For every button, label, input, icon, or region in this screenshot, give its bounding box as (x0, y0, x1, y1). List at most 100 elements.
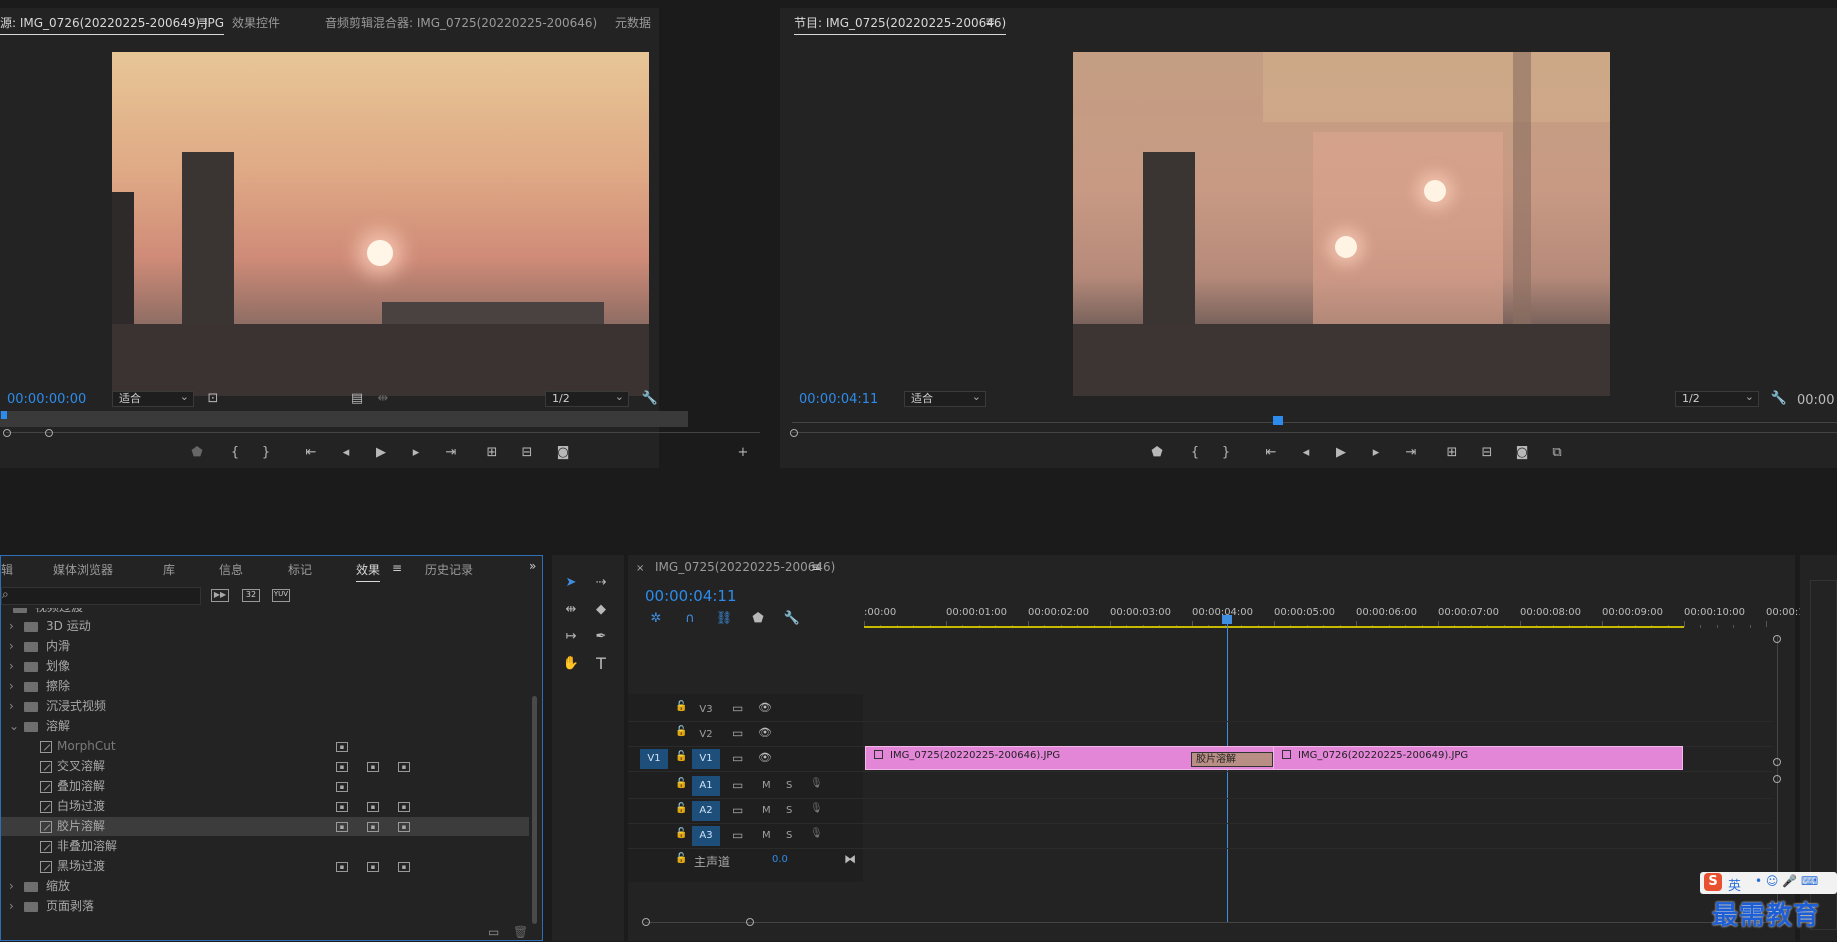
ime-toolbar[interactable]: S 英 • ☺ 🎤 ⌨ (1700, 872, 1837, 894)
add-marker-timeline-icon[interactable]: ⬟ (749, 611, 767, 627)
sequence-tab-menu-icon[interactable]: ≡ (811, 560, 821, 574)
effects-scrollbar[interactable] (532, 696, 537, 924)
sync-lock-icon[interactable]: ▭ (732, 778, 743, 792)
tree-item[interactable]: › 页面剥落 (1, 897, 529, 916)
program-zoom-handle[interactable] (790, 429, 798, 437)
add-marker-icon[interactable]: ⬟ (188, 445, 206, 461)
program-fit-dropdown[interactable]: 适合 (904, 390, 986, 407)
program-wrench-icon[interactable]: 🔧 (1770, 391, 1788, 407)
new-bin-icon[interactable]: ▭ (488, 925, 499, 939)
chevron-right-icon[interactable]: › (9, 697, 14, 716)
program-timecode[interactable]: 00:00:04:11 (799, 392, 878, 407)
transition-film-dissolve[interactable]: 胶片溶解 (1191, 752, 1273, 767)
program-step-forward-icon[interactable]: ▸ (1367, 445, 1385, 461)
source-wrench-icon[interactable]: 🔧 (641, 391, 659, 407)
sync-lock-icon[interactable]: ▭ (732, 701, 743, 715)
export-frame-icon[interactable]: ◙ (554, 445, 572, 461)
eye-icon[interactable]: 👁 (758, 701, 772, 714)
solo-button[interactable]: S (786, 780, 792, 791)
razor-tool-icon[interactable]: ◆ (592, 602, 610, 618)
timeline-h-scroll-left[interactable] (642, 918, 650, 926)
32bit-effects-icon[interactable]: 32 (242, 589, 260, 602)
tree-item[interactable]: 黑场过渡 ▪ ▪ ▪ (1, 857, 529, 876)
tab-libraries[interactable]: 库 (163, 561, 175, 578)
effects-tab-menu-icon[interactable]: ≡ (392, 561, 402, 575)
close-sequence-icon[interactable]: × (636, 563, 644, 574)
program-playhead[interactable] (1273, 416, 1283, 425)
play-icon[interactable]: ▶ (372, 445, 390, 461)
timeline-playhead-head[interactable] (1222, 615, 1232, 624)
track-label-v2[interactable]: V2 (692, 729, 720, 740)
mark-in-icon[interactable]: { (226, 445, 244, 461)
tree-item[interactable]: ⌄ 溶解 (1, 717, 529, 736)
program-go-to-out-icon[interactable]: ⇥ (1402, 445, 1420, 461)
ime-lang-label[interactable]: 英 (1728, 875, 1741, 894)
add-button-icon[interactable]: + (734, 445, 752, 461)
source-patch-v1[interactable]: V1 (640, 749, 668, 769)
track-label-a2[interactable]: A2 (692, 801, 720, 821)
lift-icon[interactable]: ⊞ (1443, 445, 1461, 461)
chevron-right-icon[interactable]: › (9, 657, 14, 676)
program-scrubber[interactable] (792, 422, 1837, 423)
clip-img-0726[interactable]: IMG_0726(20220225-200649).JPG (1273, 746, 1683, 770)
chevron-right-icon[interactable]: › (9, 677, 14, 696)
program-title[interactable]: 节目: IMG_0725(20220225-200646) (794, 14, 1007, 35)
chevron-right-icon[interactable]: › (9, 637, 14, 656)
solo-button[interactable]: S (786, 830, 792, 841)
lock-icon[interactable]: 🔓 (675, 828, 687, 839)
master-volume-value[interactable]: 0.0 (772, 854, 788, 865)
sync-lock-icon[interactable]: ▭ (732, 828, 743, 842)
accelerated-effects-icon[interactable]: ▶▶ (211, 589, 229, 602)
source-zoom-handle-right[interactable] (45, 429, 53, 437)
step-forward-icon[interactable]: ▸ (407, 445, 425, 461)
source-audio-only-icon[interactable]: ⇹ (374, 391, 392, 407)
program-mark-in-icon[interactable]: { (1186, 445, 1204, 461)
source-resolution-dropdown[interactable]: 1/2 (545, 390, 629, 407)
source-zoom-handle-left[interactable] (3, 429, 11, 437)
comparison-view-icon[interactable]: ⧉ (1548, 445, 1566, 461)
tree-item[interactable]: MorphCut ▪ (1, 737, 529, 756)
program-mark-out-icon[interactable]: } (1217, 445, 1235, 461)
lock-icon[interactable]: 🔓 (675, 853, 687, 864)
tree-item[interactable]: 叠加溶解 ▪ (1, 777, 529, 796)
tab-edit[interactable]: 辑 (1, 561, 13, 578)
tab-markers[interactable]: 标记 (288, 561, 312, 578)
chevron-right-icon[interactable]: › (9, 877, 14, 896)
tab-history[interactable]: 历史记录 (425, 561, 473, 578)
lock-icon[interactable]: 🔓 (675, 778, 687, 789)
track-select-tool-icon[interactable]: ⇢ (592, 575, 610, 591)
track-label-a1[interactable]: A1 (692, 776, 720, 796)
tree-item[interactable]: › 划像 (1, 657, 529, 676)
go-to-in-icon[interactable]: ⇤ (302, 445, 320, 461)
tab-info[interactable]: 信息 (219, 561, 243, 578)
eye-icon[interactable]: 👁 (758, 726, 772, 739)
yuv-effects-icon[interactable]: YUV (272, 589, 290, 602)
lock-icon[interactable]: 🔓 (675, 701, 687, 712)
overwrite-icon[interactable]: ⊟ (518, 445, 536, 461)
lock-icon[interactable]: 🔓 (675, 726, 687, 737)
type-tool-icon[interactable]: T (592, 656, 610, 672)
sync-lock-icon[interactable]: ▭ (732, 803, 743, 817)
tab-metadata[interactable]: 元数据 (615, 14, 651, 31)
track-label-v1[interactable]: V1 (692, 749, 720, 769)
program-step-back-icon[interactable]: ◂ (1297, 445, 1315, 461)
hand-tool-icon[interactable]: ✋ (562, 656, 580, 672)
tree-item[interactable]: 非叠加溶解 (1, 837, 529, 856)
tree-item[interactable]: › 缩放 (1, 877, 529, 896)
source-timecode[interactable]: 00:00:00:00 (7, 392, 86, 407)
step-back-icon[interactable]: ◂ (337, 445, 355, 461)
mic-icon[interactable]: 🎙 (810, 778, 823, 789)
program-export-frame-icon[interactable]: ◙ (1513, 445, 1531, 461)
tab-audio-clip-mixer[interactable]: 音频剪辑混合器: IMG_0725(20220225-200646) (325, 14, 597, 31)
source-playhead[interactable] (1, 411, 7, 419)
mute-button[interactable]: M (762, 830, 771, 841)
tab-media-browser[interactable]: 媒体浏览器 (53, 561, 113, 578)
sync-lock-icon[interactable]: ▭ (732, 726, 743, 740)
extract-icon[interactable]: ⊟ (1478, 445, 1496, 461)
source-insert-icon[interactable]: ⊡ (204, 391, 222, 407)
source-tab-menu-icon[interactable]: ≡ (198, 14, 208, 28)
timeline-h-scroll[interactable] (645, 922, 1775, 923)
program-zoom-bar[interactable] (792, 432, 1837, 433)
track-label-v3[interactable]: V3 (692, 704, 720, 715)
slip-tool-icon[interactable]: ↦ (562, 629, 580, 645)
